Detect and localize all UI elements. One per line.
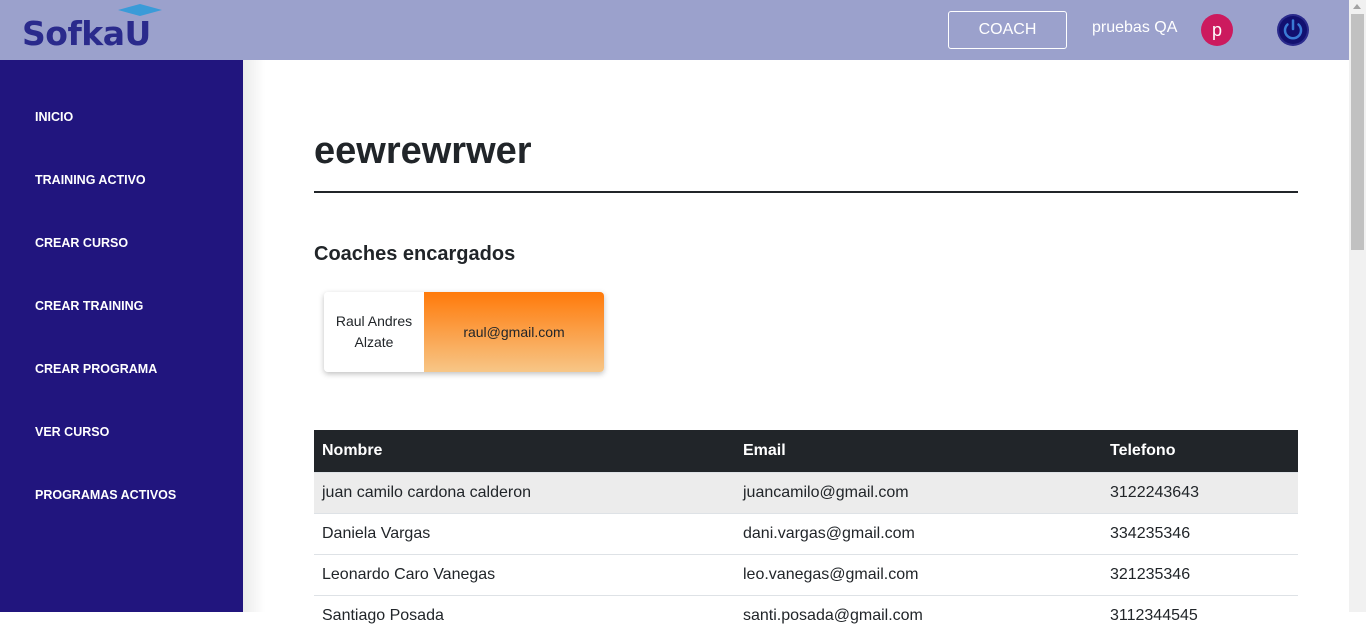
sidebar-item-ver-curso[interactable]: VER CURSO [35, 425, 109, 439]
sidebar-item-inicio[interactable]: INICIO [35, 110, 73, 124]
table-row: Leonardo Caro Vanegas leo.vanegas@gmail.… [314, 553, 1298, 595]
cell-nombre: Santiago Posada [314, 594, 735, 636]
cell-telefono: 321235346 [1102, 553, 1298, 595]
sidebar-item-training-activo[interactable]: TRAINING ACTIVO [35, 173, 146, 187]
graduation-cap-icon [118, 4, 162, 16]
cell-nombre: Daniela Vargas [314, 512, 735, 554]
coach-name: Raul Andres Alzate [324, 292, 424, 372]
sidebar-shadow [243, 60, 265, 612]
cell-telefono: 334235346 [1102, 512, 1298, 554]
coach-card: Raul Andres Alzate raul@gmail.com [324, 292, 604, 372]
sidebar-item-programas-activos[interactable]: PROGRAMAS ACTIVOS [35, 488, 176, 502]
cell-telefono: 3122243643 [1102, 471, 1298, 513]
top-navbar: SofkaU COACH pruebas QA p [0, 0, 1349, 60]
sofkau-logo[interactable]: SofkaU [22, 4, 162, 54]
title-divider [314, 191, 1298, 193]
avatar[interactable]: p [1201, 14, 1233, 46]
table-row: Daniela Vargas dani.vargas@gmail.com 334… [314, 512, 1298, 554]
sidebar: INICIO TRAINING ACTIVO CREAR CURSO CREAR… [0, 60, 243, 612]
power-icon[interactable] [1276, 13, 1310, 47]
students-table: Nombre Email Telefono juan camilo cardon… [314, 430, 1298, 636]
cell-telefono: 3112344545 [1102, 594, 1298, 636]
column-header-telefono: Telefono [1102, 430, 1298, 472]
column-header-nombre: Nombre [314, 430, 735, 472]
column-header-email: Email [735, 430, 1102, 472]
table-header-row: Nombre Email Telefono [314, 430, 1298, 472]
sidebar-item-crear-curso[interactable]: CREAR CURSO [35, 236, 128, 250]
username-label: pruebas QA [1092, 19, 1178, 36]
scroll-up-arrow-icon[interactable] [1353, 4, 1361, 9]
cell-nombre: juan camilo cardona calderon [314, 471, 735, 513]
coach-email: raul@gmail.com [424, 292, 604, 372]
cell-email: juancamilo@gmail.com [735, 471, 1102, 513]
sidebar-item-crear-training[interactable]: CREAR TRAINING [35, 299, 143, 313]
page-scrollbar-thumb[interactable] [1351, 14, 1364, 250]
coaches-heading: Coaches encargados [314, 243, 516, 265]
table-row: Santiago Posada santi.posada@gmail.com 3… [314, 594, 1298, 636]
cell-nombre: Leonardo Caro Vanegas [314, 553, 735, 595]
cell-email: dani.vargas@gmail.com [735, 512, 1102, 554]
role-coach-button[interactable]: COACH [948, 11, 1067, 49]
table-row: juan camilo cardona calderon juancamilo@… [314, 471, 1298, 513]
sidebar-item-crear-programa[interactable]: CREAR PROGRAMA [35, 362, 157, 376]
cell-email: santi.posada@gmail.com [735, 594, 1102, 636]
page-title: eewrewrwer [314, 130, 532, 172]
cell-email: leo.vanegas@gmail.com [735, 553, 1102, 595]
